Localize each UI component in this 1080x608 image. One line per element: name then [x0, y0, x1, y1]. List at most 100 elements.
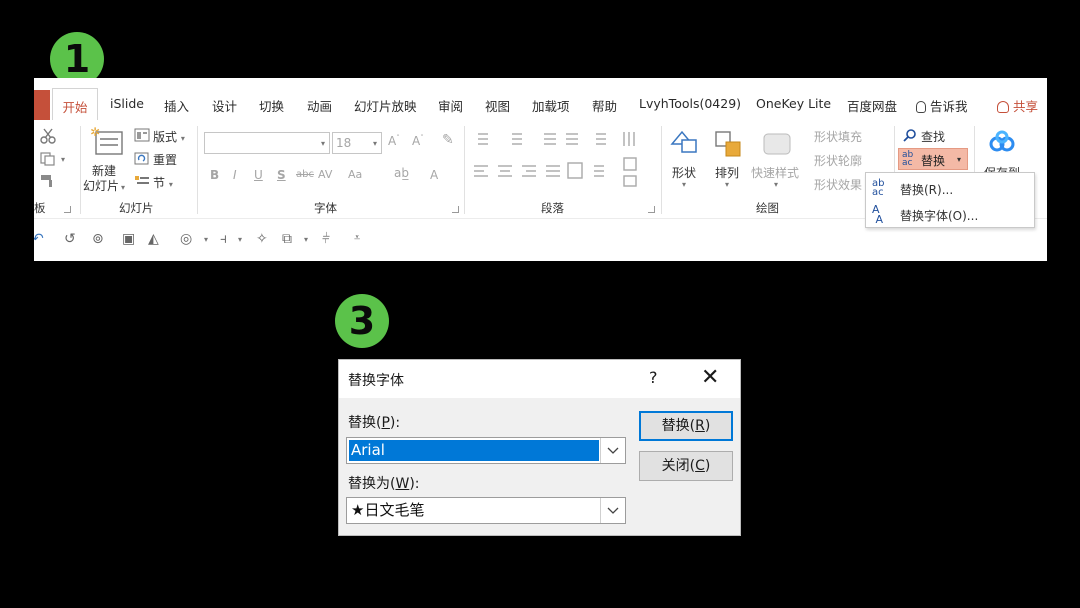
- arrange-button[interactable]: 排列: [715, 164, 739, 181]
- replace-icon: ab ac: [902, 150, 914, 168]
- cut-icon[interactable]: [40, 128, 56, 144]
- underline-button[interactable]: U: [254, 168, 263, 182]
- replace-font-value: Arial: [349, 440, 599, 461]
- close-icon[interactable]: ✕: [701, 365, 719, 390]
- lightbulb-icon: [916, 101, 926, 113]
- tell-me[interactable]: 告诉我: [916, 96, 968, 115]
- quick-styles-icon[interactable]: [761, 128, 795, 158]
- slides-group-label: 幻灯片: [119, 201, 154, 215]
- picture-icon[interactable]: ◭: [148, 231, 159, 247]
- with-font-combo[interactable]: ★日文毛笔: [346, 497, 626, 524]
- tab-transitions[interactable]: 切换: [259, 96, 284, 115]
- customize-qat-icon[interactable]: ⩡: [354, 231, 360, 245]
- shape-toggle-icon[interactable]: ◎: [180, 231, 192, 247]
- tab-help[interactable]: 帮助: [592, 96, 617, 115]
- find-icon[interactable]: [903, 128, 917, 142]
- undo-icon[interactable]: ↶: [34, 231, 44, 247]
- align-icon[interactable]: ⫞: [220, 231, 227, 247]
- shadow-button[interactable]: S: [277, 168, 286, 182]
- tab-view[interactable]: 视图: [485, 96, 510, 115]
- help-icon[interactable]: ?: [649, 368, 658, 387]
- highlight-icon[interactable]: ab̲: [394, 166, 409, 180]
- replace-font-combo[interactable]: Arial: [346, 437, 626, 464]
- tab-addins[interactable]: 加载项: [532, 96, 570, 115]
- shapes-button[interactable]: 形状: [672, 164, 696, 181]
- shape-outline-button[interactable]: 形状轮廓: [814, 152, 862, 169]
- dialog-title: 替换字体: [348, 373, 404, 389]
- quick-styles-button[interactable]: 快速样式: [751, 164, 799, 181]
- tab-baidu[interactable]: 百度网盘: [847, 96, 897, 115]
- bold-button[interactable]: B: [210, 168, 219, 182]
- replace-field-label: 替换(P):: [348, 415, 401, 431]
- replace-fonts-icon: A A: [872, 203, 884, 226]
- tab-insert[interactable]: 插入: [164, 96, 189, 115]
- replace-icon: ab ac: [872, 178, 885, 198]
- textbox-icon[interactable]: ▣: [122, 231, 135, 247]
- replace-button[interactable]: ab ac 替换 ▾: [898, 148, 968, 170]
- format-painter-icon[interactable]: [40, 174, 56, 188]
- tab-review[interactable]: 审阅: [438, 96, 463, 115]
- font-name-combo[interactable]: ▾: [204, 132, 330, 154]
- tab-animations[interactable]: 动画: [307, 96, 332, 115]
- reset-icon[interactable]: [134, 151, 150, 165]
- drawing-group-label: 绘图: [756, 201, 779, 215]
- shapes-icon[interactable]: [668, 128, 702, 158]
- clear-format-icon[interactable]: ✎: [442, 132, 454, 148]
- tell-me-label: 告诉我: [930, 99, 968, 114]
- new-slide-label-2-text: 幻灯片: [83, 179, 120, 193]
- baidu-cloud-icon[interactable]: [987, 130, 1017, 156]
- group-icon[interactable]: ⧉: [282, 231, 292, 247]
- ribbon: 开始 iSlide 插入 设计 切换 动画 幻灯片放映 审阅 视图 加载项 帮助…: [34, 78, 1047, 261]
- share-button[interactable]: 共享: [997, 96, 1038, 115]
- change-case-button[interactable]: Aa: [348, 168, 362, 181]
- replace-fonts-dialog: 替换字体 ? ✕ 替换(P): Arial 替换为(W): ★日文毛笔 替换(R…: [338, 359, 741, 536]
- menu-item-replace[interactable]: ab ac 替换(R)...: [866, 175, 1034, 201]
- font-launcher-icon[interactable]: [452, 206, 459, 213]
- close-button-dialog[interactable]: 关闭(C): [639, 451, 733, 481]
- char-spacing-button[interactable]: AV: [318, 168, 332, 181]
- with-field-label: 替换为(W):: [348, 476, 420, 492]
- font-group-label: 字体: [314, 201, 337, 215]
- redo-icon[interactable]: ↺: [64, 231, 76, 247]
- tab-onekey[interactable]: OneKey Lite: [756, 96, 831, 111]
- shape-fill-button[interactable]: 形状填充: [814, 128, 862, 145]
- clipboard-launcher-icon[interactable]: [64, 206, 71, 213]
- file-tab-stub[interactable]: [34, 90, 50, 120]
- copy-icon[interactable]: [40, 152, 56, 166]
- shape-effects-button[interactable]: 形状效果: [814, 176, 862, 193]
- grow-font-button[interactable]: A˄: [388, 134, 400, 148]
- brush-icon[interactable]: ✧: [256, 231, 268, 247]
- section-icon[interactable]: [134, 174, 150, 188]
- layout-button[interactable]: 版式 ▾: [153, 128, 185, 145]
- paragraph-launcher-icon[interactable]: [648, 206, 655, 213]
- tab-home[interactable]: 开始: [52, 88, 98, 121]
- paragraph-tools-icon[interactable]: [472, 130, 652, 190]
- replace-button-dialog[interactable]: 替换(R): [639, 411, 733, 441]
- chevron-down-icon[interactable]: [600, 438, 625, 463]
- new-slide-label-2[interactable]: 幻灯片 ▾: [83, 177, 125, 194]
- arrange-icon[interactable]: [712, 128, 746, 158]
- chevron-down-icon[interactable]: [600, 498, 625, 523]
- tab-slideshow[interactable]: 幻灯片放映: [354, 96, 417, 115]
- copy-dropdown-icon[interactable]: ▾: [61, 155, 65, 164]
- tab-design[interactable]: 设计: [212, 96, 237, 115]
- menu-item-replace-fonts-label: 替换字体(O)...: [900, 209, 979, 223]
- menu-item-replace-fonts[interactable]: A A 替换字体(O)...: [866, 201, 1034, 227]
- find-button[interactable]: 查找: [921, 128, 945, 145]
- reset-button[interactable]: 重置: [153, 151, 177, 168]
- new-slide-icon[interactable]: ✲: [90, 126, 124, 156]
- strikethrough-button[interactable]: abc: [296, 169, 314, 180]
- share-label: 共享: [1013, 99, 1039, 114]
- dialog-title-bar: 替换字体 ? ✕: [339, 360, 740, 398]
- font-size-combo[interactable]: 18 ▾: [332, 132, 382, 154]
- layout-icon[interactable]: [134, 128, 150, 142]
- section-button[interactable]: 节 ▾: [153, 174, 173, 191]
- slideshow-icon[interactable]: ⊚: [92, 231, 104, 247]
- font-color-button[interactable]: A: [430, 168, 438, 182]
- tab-lvyhtools[interactable]: LvyhTools(0429): [639, 96, 741, 111]
- italic-button[interactable]: I: [233, 168, 237, 182]
- tab-islide[interactable]: iSlide: [110, 96, 144, 111]
- distribute-icon[interactable]: ⫩: [322, 231, 330, 247]
- person-icon: [997, 101, 1009, 113]
- shrink-font-button[interactable]: A˅: [412, 134, 424, 148]
